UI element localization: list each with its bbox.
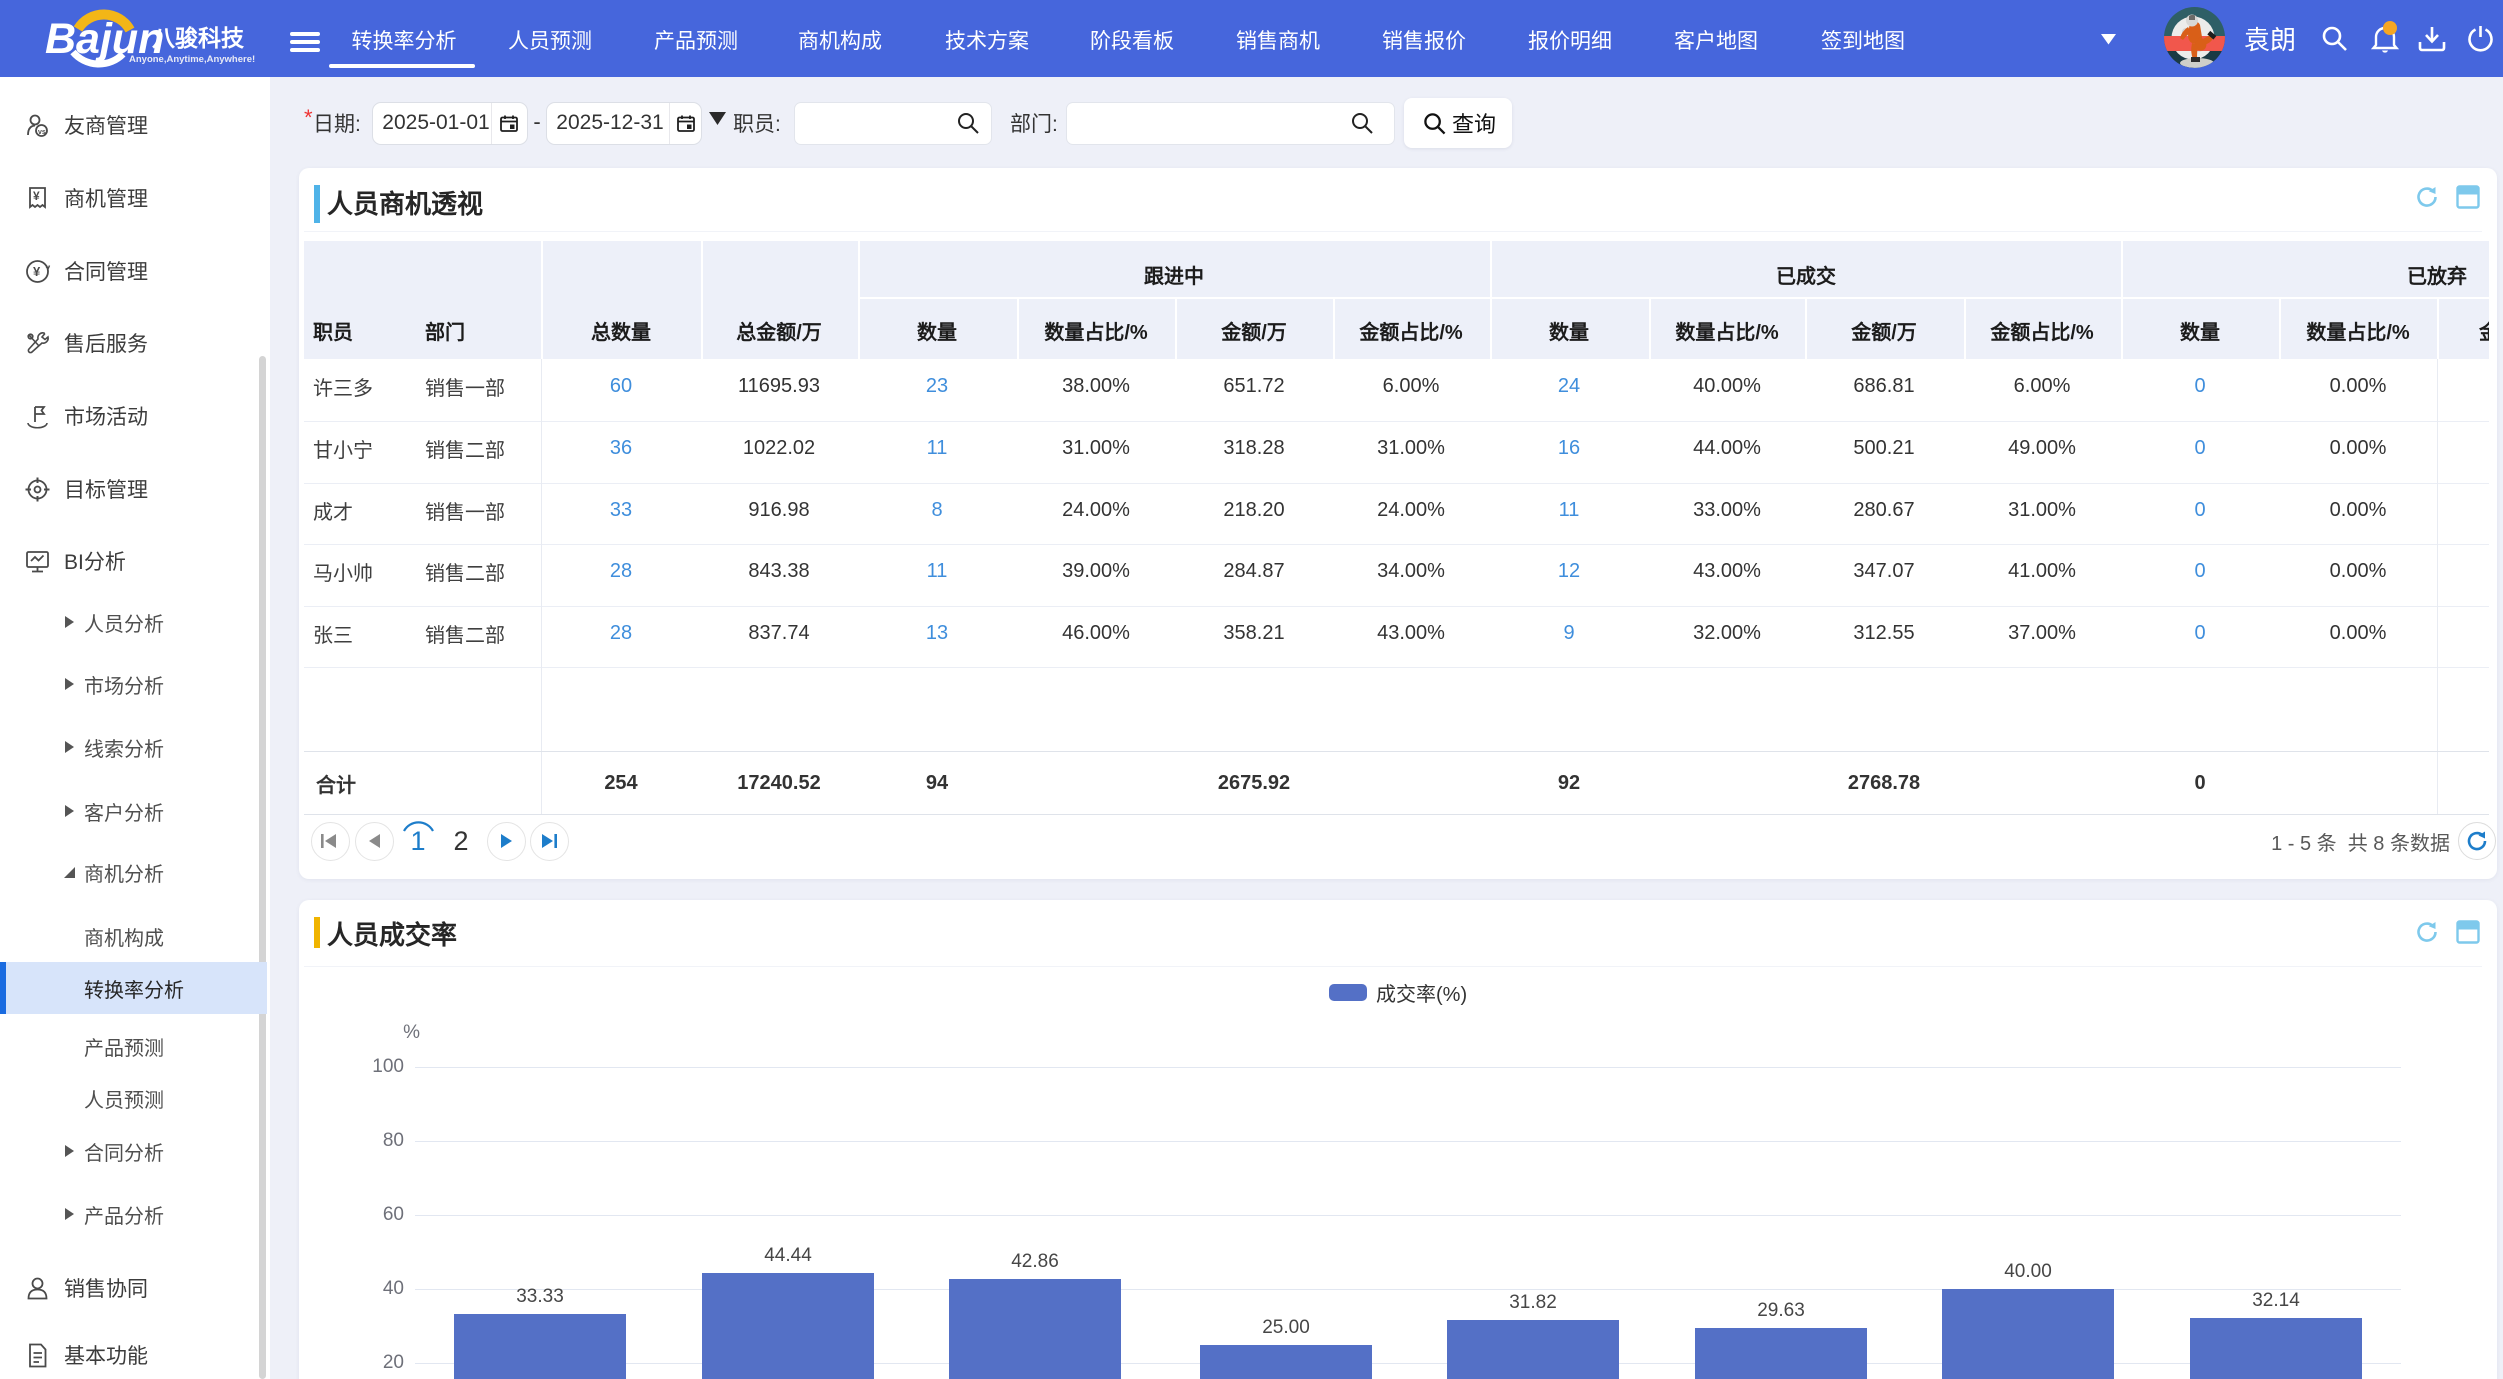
svg-text:vs: vs: [38, 129, 46, 136]
svg-text:¥: ¥: [33, 189, 40, 203]
svg-text:八骏科技: 八骏科技: [152, 25, 245, 51]
svg-text:¥: ¥: [33, 264, 41, 279]
svg-text:Anyone,Anytime,Anywhere!: Anyone,Anytime,Anywhere!: [129, 54, 255, 65]
